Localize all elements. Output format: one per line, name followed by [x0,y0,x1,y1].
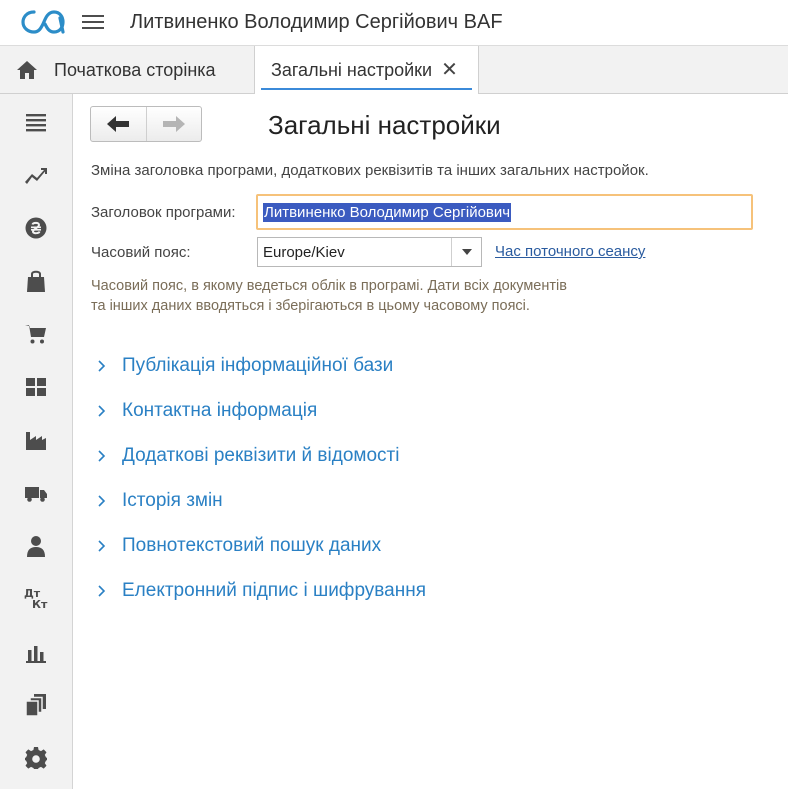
chevron-right-icon [98,360,106,372]
history-navigation [90,106,202,142]
hryvnia-coin-icon [25,217,47,239]
forward-button[interactable] [145,107,202,141]
sidebar-item-production[interactable] [0,420,72,460]
section-contact-info[interactable]: Контактна інформація [95,396,317,426]
timezone-select-value: Europe/Kiev [263,243,345,261]
debit-credit-icon: Дт Кт [24,587,48,611]
chevron-right-icon [98,405,106,417]
person-icon [27,536,45,557]
tab-bar: Початкова сторінка Загальні настройки ✕ [0,45,788,94]
section-label: Додаткові реквізити й відомості [122,445,400,466]
tab-general-settings-label: Загальні настройки [271,59,433,80]
tab-general-settings[interactable]: Загальні настройки ✕ [254,46,479,94]
sidebar-item-menu[interactable] [0,102,72,142]
section-label: Повнотекстовий пошук даних [122,535,382,556]
section-publication[interactable]: Публікація інформаційної бази [95,351,393,381]
shopping-cart-icon [25,325,46,344]
tab-home[interactable]: Початкова сторінка [0,46,250,94]
section-additional-attributes[interactable]: Додаткові реквізити й відомості [95,441,399,471]
sidebar-item-warehouse[interactable] [0,367,72,407]
factory-icon [26,432,46,450]
delivery-truck-icon [25,487,47,502]
section-digital-signature[interactable]: Електронний підпис і шифрування [95,576,426,606]
app-title-input-value: Литвиненко Володимир Сергійович [263,202,512,222]
section-label: Публікація інформаційної бази [122,355,394,376]
sidebar-item-purchases[interactable] [0,314,72,354]
section-label: Електронний підпис і шифрування [122,580,427,601]
back-button[interactable] [91,107,146,141]
sidebar-item-accounting[interactable]: Дт Кт [0,579,72,619]
app-logo-icon[interactable] [20,8,66,36]
close-tab-icon[interactable]: ✕ [441,60,458,80]
page-description: Зміна заголовка програми, додаткових рек… [91,162,649,179]
sidebar-item-documents[interactable] [0,685,72,725]
section-fulltext-search[interactable]: Повнотекстовий пошук даних [95,531,381,561]
section-label: Контактна інформація [122,400,318,421]
app-title-label: Заголовок програми: [91,204,236,221]
sidebar-item-sales[interactable] [0,261,72,301]
timezone-dropdown-button[interactable] [451,238,481,266]
section-label: Історія змін [122,490,223,511]
chevron-right-icon [98,585,106,597]
arrow-left-icon [107,116,130,132]
app-title: Литвиненко Володимир Сергійович BAF [130,11,503,33]
section-change-history[interactable]: Історія змін [95,486,223,516]
caret-down-icon [461,249,472,255]
top-bar: Литвиненко Володимир Сергійович BAF [0,0,788,45]
arrow-right-icon [162,116,185,132]
documents-icon [25,694,46,717]
timezone-hint: Часовий пояс, в якому ведеться облік в п… [91,278,567,314]
warehouse-icon [26,378,46,396]
menu-list-icon [26,114,46,132]
sidebar-item-finance[interactable] [0,208,72,248]
sidebar-item-management[interactable] [0,155,72,195]
shopping-bag-icon [27,270,45,292]
bar-chart-icon [26,646,46,663]
settings-gear-icon [25,747,47,769]
sidebar-item-reports[interactable] [0,632,72,672]
chevron-right-icon [98,495,106,507]
session-time-link[interactable]: Час поточного сеансу [495,243,645,260]
app-title-input[interactable]: Литвиненко Володимир Сергійович [256,194,753,230]
main-menu-button[interactable] [82,11,106,33]
tab-home-label: Початкова сторінка [54,59,216,80]
timezone-select[interactable]: Europe/Kiev [257,237,482,267]
timezone-label: Часовий пояс: [91,244,191,261]
home-icon [17,61,37,79]
sidebar-item-delivery[interactable] [0,473,72,513]
sidebar-item-administration[interactable] [0,738,72,778]
sidebar-item-personnel[interactable] [0,526,72,566]
chevron-right-icon [98,450,106,462]
chevron-right-icon [98,540,106,552]
sidebar: Дт Кт [0,94,73,789]
page-title: Загальні настройки [268,110,501,140]
trend-chart-icon [25,168,47,184]
